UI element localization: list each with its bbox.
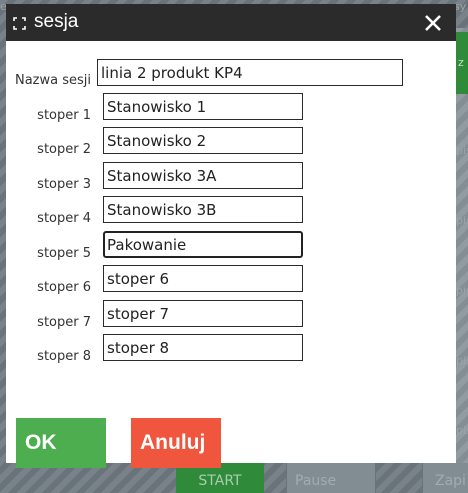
stopwatch-3-label: stoper 3 [37, 177, 91, 192]
close-icon [425, 15, 441, 31]
background-side-text: pis [456, 424, 468, 437]
dialog-titlebar: sesja [6, 4, 456, 41]
stopwatch-5-input[interactable] [103, 231, 303, 258]
stopwatch-2-input[interactable] [103, 127, 303, 154]
session-name-label: Nazwa sesji [14, 73, 91, 88]
background-pause-button: Pause [286, 463, 376, 493]
stopwatch-8-label: stoper 8 [37, 349, 91, 364]
background-side-text: pis [456, 214, 468, 227]
session-name-input[interactable] [97, 59, 403, 86]
background-side-text: pis [456, 354, 468, 367]
background-save-button: Zapi [422, 463, 468, 493]
background-green-button: z [456, 32, 468, 94]
stopwatch-6-label: stoper 6 [37, 280, 91, 295]
stopwatch-7-label: stoper 7 [37, 315, 91, 330]
stopwatch-1-label: stoper 1 [37, 108, 91, 123]
stopwatch-2-label: stoper 2 [37, 142, 91, 157]
stopwatch-3-input[interactable] [103, 162, 303, 189]
dialog-title: sesja [34, 11, 79, 32]
fullscreen-icon[interactable] [13, 15, 26, 30]
close-button[interactable] [419, 9, 447, 37]
stopwatch-4-input[interactable] [103, 196, 303, 223]
cancel-button[interactable]: Anuluj [131, 418, 221, 468]
session-dialog: sesja Nazwa sesji stoper 1 stoper 2 stop… [6, 4, 456, 468]
stopwatch-8-input[interactable] [103, 334, 303, 361]
stopwatch-6-input[interactable] [103, 265, 303, 292]
stopwatch-7-input[interactable] [103, 300, 303, 327]
stopwatch-4-label: stoper 4 [37, 211, 91, 226]
background-side-text: pis [456, 144, 468, 157]
stopwatch-5-label: stoper 5 [37, 246, 91, 261]
stopwatch-1-input[interactable] [103, 93, 303, 120]
background-side-text: pis [456, 284, 468, 297]
ok-button[interactable]: OK [16, 418, 106, 468]
